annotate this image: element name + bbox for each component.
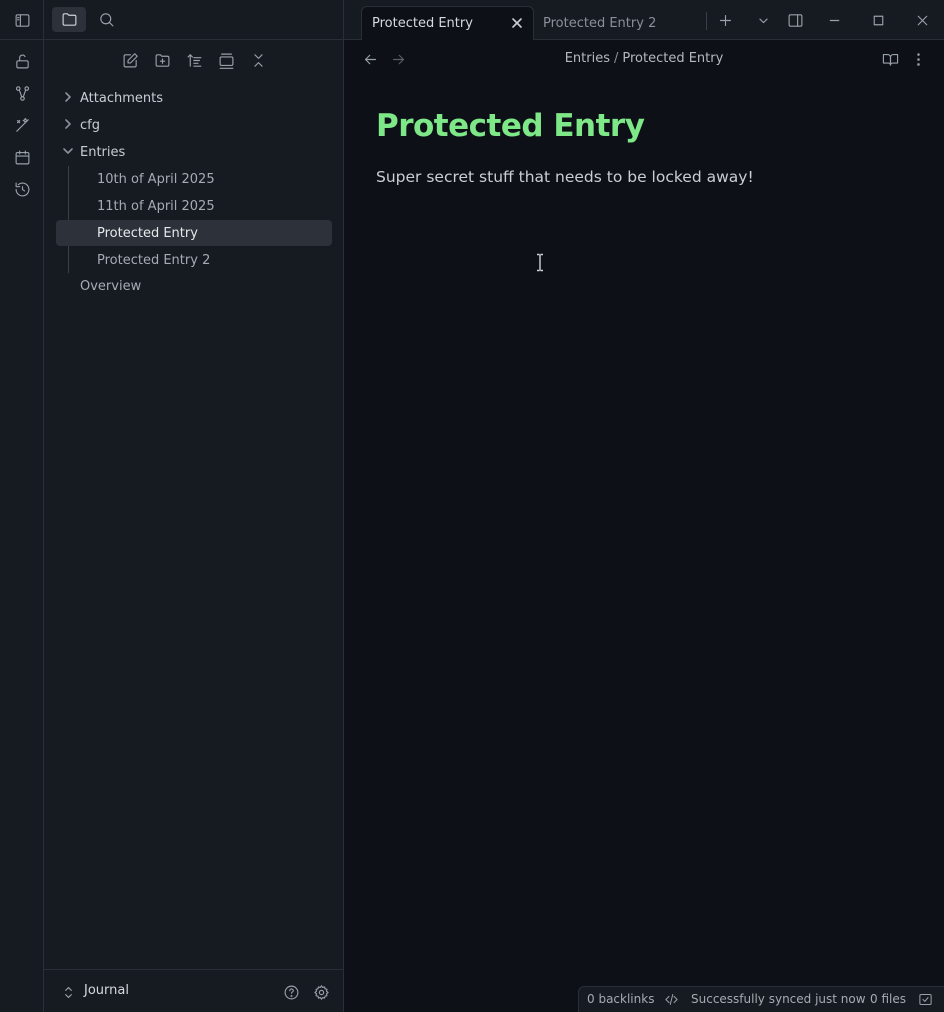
files-count[interactable]: 0 files (870, 992, 906, 1006)
tab-protected-entry[interactable]: Protected Entry (361, 6, 534, 40)
breadcrumb-separator: / (613, 51, 619, 66)
tree-item-label: 11th of April 2025 (97, 198, 215, 214)
vault-switch-icon[interactable] (56, 980, 80, 1004)
view-header: Entries / Protected Entry (344, 40, 944, 78)
search-icon[interactable] (94, 7, 119, 32)
breadcrumb-note[interactable]: Protected Entry (622, 51, 723, 66)
tree-file-11th-april[interactable]: 11th of April 2025 (56, 193, 332, 219)
new-folder-icon[interactable] (150, 48, 174, 72)
files-tab-icon[interactable] (52, 7, 86, 32)
tree-item-label: Protected Entry 2 (97, 252, 211, 268)
tab-list-chevron-down-icon[interactable] (751, 8, 775, 32)
vault-name[interactable]: Journal (84, 983, 129, 998)
tree-item-label: Attachments (80, 90, 163, 106)
unlock-icon[interactable] (10, 49, 34, 73)
ribbon (0, 0, 44, 1012)
chevron-right-icon (62, 91, 76, 105)
tab-protected-entry-2[interactable]: Protected Entry 2 (533, 6, 703, 40)
sync-status[interactable]: Successfully synced just now (691, 992, 866, 1006)
window-close-icon[interactable] (910, 8, 934, 32)
tree-file-10th-april[interactable]: 10th of April 2025 (56, 166, 332, 192)
wand-icon[interactable] (10, 113, 34, 137)
new-note-icon[interactable] (118, 48, 142, 72)
tab-divider (706, 12, 707, 30)
tree-file-protected-entry[interactable]: Protected Entry (56, 220, 332, 246)
settings-gear-icon[interactable] (309, 980, 333, 1004)
tree-item-label: Protected Entry (97, 225, 198, 241)
tab-label: Protected Entry (372, 16, 473, 31)
calendar-icon[interactable] (10, 145, 34, 169)
tab-label: Protected Entry 2 (543, 15, 657, 31)
more-options-icon[interactable] (906, 47, 930, 71)
text-cursor-icon (537, 253, 543, 272)
file-explorer-sidebar: Attachments cfg Entries 10th of April 20… (44, 0, 344, 1012)
entries-children: 10th of April 2025 11th of April 2025 Pr… (56, 139, 332, 274)
tree-item-label: 10th of April 2025 (97, 171, 215, 187)
tree-folder-cfg[interactable]: cfg (56, 112, 332, 138)
tree-file-protected-entry-2[interactable]: Protected Entry 2 (56, 247, 332, 273)
breadcrumb-folder[interactable]: Entries (565, 51, 610, 66)
sort-icon[interactable] (182, 48, 206, 72)
maximize-icon[interactable] (866, 8, 890, 32)
chevron-right-icon (62, 118, 76, 132)
right-sidebar-toggle-icon[interactable] (783, 8, 807, 32)
close-icon[interactable] (509, 15, 525, 31)
note-title[interactable]: Protected Entry (376, 108, 645, 144)
vault-switcher-bar: Journal (44, 969, 344, 1012)
breadcrumb: Entries / Protected Entry (344, 51, 944, 66)
tree-folder-attachments[interactable]: Attachments (56, 85, 332, 111)
minimize-icon[interactable] (822, 8, 846, 32)
source-mode-code-icon[interactable] (660, 988, 682, 1010)
sync-check-icon[interactable] (914, 988, 936, 1010)
status-bar: 0 backlinks Successfully synced just now… (578, 986, 944, 1012)
file-explorer-actions (44, 48, 344, 74)
tree-item-label: Overview (80, 278, 142, 294)
sidebar-header (44, 0, 344, 40)
history-icon[interactable] (10, 177, 34, 201)
sidebar-toggle-icon[interactable] (10, 8, 34, 32)
auto-reveal-icon[interactable] (214, 48, 238, 72)
backlinks-count[interactable]: 0 backlinks (587, 992, 654, 1006)
reading-view-book-icon[interactable] (878, 47, 902, 71)
tree-item-label: cfg (80, 117, 100, 133)
graph-icon[interactable] (10, 81, 34, 105)
note-body[interactable]: Super secret stuff that needs to be lock… (376, 168, 754, 186)
tab-bar: Protected Entry Protected Entry 2 (344, 0, 944, 40)
tree-file-overview[interactable]: Overview (56, 273, 332, 299)
help-icon[interactable] (279, 980, 303, 1004)
collapse-all-icon[interactable] (246, 48, 270, 72)
new-tab-plus-icon[interactable] (713, 8, 737, 32)
ribbon-top (0, 0, 44, 40)
